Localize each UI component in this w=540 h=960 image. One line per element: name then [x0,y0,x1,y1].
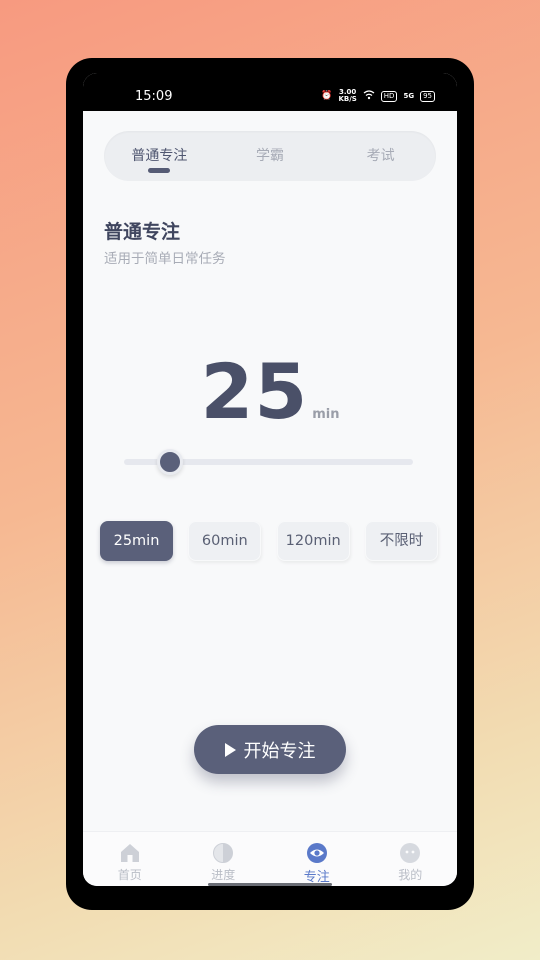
preset-unlimited-button[interactable]: 不限时 [364,521,438,561]
battery-icon: 95 [420,90,435,102]
nav-item-focus[interactable]: 专注 [270,832,364,886]
eye-icon [306,843,327,863]
nav-item-profile[interactable]: 我的 [364,832,458,886]
nav-label: 我的 [398,868,423,882]
status-icons: ⏰ 3.00 KB/S HD 5G 95 [321,89,435,103]
active-tab-indicator [148,168,171,173]
home-icon [120,844,139,862]
profile-icon [400,843,421,863]
start-focus-label: 开始专注 [243,740,316,762]
net-speed-unit: KB/S [338,95,357,103]
home-indicator [208,883,332,886]
start-focus-button[interactable]: 开始专注 [194,725,346,774]
tab-label: 普通专注 [131,148,188,164]
nav-item-home[interactable]: 首页 [83,832,177,886]
mode-subtitle: 适用于简单日常任务 [104,251,226,267]
play-icon [224,742,236,757]
tab-exam[interactable]: 考试 [325,131,436,181]
signal-label: 5G [403,91,415,100]
bottom-nav: 首页 进度 专注 我的 [83,831,457,886]
net-speed: 3.00 KB/S [338,89,356,103]
timer-display: 25 min [83,351,457,433]
tab-label: 考试 [366,148,395,164]
app-screen: 15:09 ⏰ 3.00 KB/S HD 5G 95 普通专注 学霸 考试 普通… [83,73,457,886]
tab-top-student[interactable]: 学霸 [215,131,326,181]
hd-badge: HD [380,90,398,102]
status-time: 15:09 [135,89,173,104]
duration-presets: 25min 60min 120min 不限时 [100,521,438,561]
alarm-icon: ⏰ [321,90,333,101]
nav-label: 首页 [117,868,142,882]
tab-normal-focus[interactable]: 普通专注 [104,131,215,181]
timer-unit: min [312,407,340,422]
timer-value: 25 [200,347,309,436]
progress-icon [213,843,234,863]
tab-label: 学霸 [256,148,284,164]
mode-tabs: 普通专注 学霸 考试 [104,131,436,181]
preset-60min-button[interactable]: 60min [188,521,262,561]
nav-item-progress[interactable]: 进度 [177,832,271,886]
wifi-icon [363,89,375,103]
preset-120min-button[interactable]: 120min [276,521,350,561]
status-bar: 15:09 ⏰ 3.00 KB/S HD 5G 95 [83,73,457,111]
preset-25min-button[interactable]: 25min [100,521,173,561]
duration-slider[interactable] [124,449,413,475]
slider-thumb[interactable] [157,449,184,475]
nav-label: 进度 [211,868,236,882]
mode-title: 普通专注 [104,221,181,243]
